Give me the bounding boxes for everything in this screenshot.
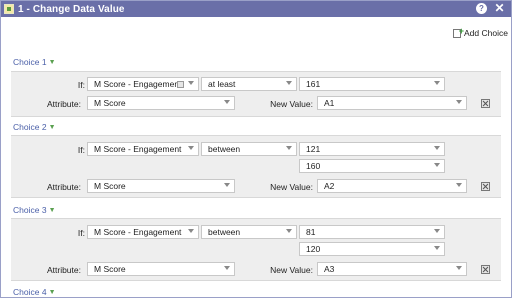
chevron-down-icon — [456, 266, 462, 270]
choice-3-header[interactable]: Choice 3 ▼ — [13, 205, 56, 215]
choice-3-min-value-text: 81 — [306, 227, 316, 237]
choice-1-value-text: 161 — [306, 79, 321, 89]
choice-2-operator-select[interactable]: between — [201, 142, 297, 156]
change-data-value-dialog: 1 - Change Data Value ? ✕ + Add Choice C… — [0, 0, 512, 298]
choice-2-field-select[interactable]: M Score - Engagement — [87, 142, 199, 156]
chevron-down-icon — [224, 266, 230, 270]
choice-1-new-value-text: A1 — [324, 98, 335, 108]
choice-4-title: Choice 4 — [13, 287, 47, 297]
choice-1-new-value-select[interactable]: A1 — [317, 96, 467, 110]
delete-choice-icon[interactable] — [481, 265, 490, 274]
chevron-down-icon: ▼ — [48, 206, 56, 214]
choice-1-operator-value: at least — [208, 79, 236, 89]
new-value-label: New Value: — [270, 182, 313, 192]
choice-3-min-value-input[interactable]: 81 — [299, 225, 445, 239]
choice-2-field-value: M Score - Engagement — [94, 144, 182, 154]
choice-3-new-value-select[interactable]: A3 — [317, 262, 467, 276]
help-icon[interactable]: ? — [476, 3, 487, 14]
chevron-down-icon — [456, 183, 462, 187]
choice-1-attribute-select[interactable]: M Score — [87, 96, 235, 110]
choice-1-operator-select[interactable]: at least — [201, 77, 297, 91]
choice-2-header[interactable]: Choice 2 ▼ — [13, 122, 56, 132]
choice-4-header[interactable]: Choice 4 ▼ — [13, 287, 56, 297]
new-value-label: New Value: — [270, 99, 313, 109]
chevron-down-icon — [286, 81, 292, 85]
chevron-down-icon — [286, 146, 292, 150]
choice-3-operator-select[interactable]: between — [201, 225, 297, 239]
choice-2-panel: If: M Score - Engagement between 121 160… — [11, 135, 501, 198]
dialog-title: 1 - Change Data Value — [18, 3, 125, 15]
add-choice-label: Add Choice — [464, 28, 508, 38]
choice-3-panel: If: M Score - Engagement between 81 120 … — [11, 218, 501, 281]
add-choice-button[interactable]: + Add Choice — [453, 26, 508, 38]
choice-3-title: Choice 3 — [13, 205, 47, 215]
new-value-label: New Value: — [270, 265, 313, 275]
choice-2-attribute-value: M Score — [94, 181, 126, 191]
choice-3-new-value-text: A3 — [324, 264, 335, 274]
choice-3-max-value-input[interactable]: 120 — [299, 242, 445, 256]
choice-1-panel: If: M Score - Engagement at least 161 At… — [11, 71, 501, 117]
choice-2-title: Choice 2 — [13, 122, 47, 132]
choice-1-attribute-value: M Score — [94, 98, 126, 108]
choice-2-new-value-text: A2 — [324, 181, 335, 191]
flow-step-icon — [4, 4, 14, 14]
delete-choice-icon[interactable] — [481, 182, 490, 191]
chevron-down-icon — [224, 183, 230, 187]
choice-1-header[interactable]: Choice 1 ▼ — [13, 57, 56, 67]
choice-3-attribute-select[interactable]: M Score — [87, 262, 235, 276]
chevron-down-icon — [188, 146, 194, 150]
choice-2-max-value-text: 160 — [306, 161, 321, 171]
chevron-down-icon — [434, 163, 440, 167]
chevron-down-icon — [188, 229, 194, 233]
choice-1-field-select[interactable]: M Score - Engagement — [87, 77, 199, 91]
choice-3-field-select[interactable]: M Score - Engagement — [87, 225, 199, 239]
add-icon: + — [453, 26, 464, 38]
choice-3-max-value-text: 120 — [306, 244, 321, 254]
if-label: If: — [77, 228, 85, 238]
delete-choice-icon[interactable] — [481, 99, 490, 108]
if-label: If: — [77, 80, 85, 90]
chevron-down-icon: ▼ — [48, 123, 56, 131]
chevron-down-icon: ▼ — [48, 58, 56, 66]
choice-2-operator-value: between — [208, 144, 241, 154]
choice-1-value-input[interactable]: 161 — [299, 77, 445, 91]
choice-3-operator-value: between — [208, 227, 241, 237]
attribute-label: Attribute: — [46, 99, 81, 109]
dialog-titlebar: 1 - Change Data Value ? ✕ — [1, 1, 511, 17]
field-picker-icon[interactable] — [177, 81, 184, 88]
choice-3-attribute-value: M Score — [94, 264, 126, 274]
choice-1-field-value: M Score - Engagement — [94, 79, 182, 89]
choice-1-title: Choice 1 — [13, 57, 47, 67]
if-label: If: — [77, 145, 85, 155]
attribute-label: Attribute: — [46, 182, 81, 192]
attribute-label: Attribute: — [46, 265, 81, 275]
chevron-down-icon — [434, 146, 440, 150]
chevron-down-icon: ▼ — [48, 288, 56, 296]
choice-2-attribute-select[interactable]: M Score — [87, 179, 235, 193]
choice-2-min-value-input[interactable]: 121 — [299, 142, 445, 156]
chevron-down-icon — [456, 100, 462, 104]
chevron-down-icon — [434, 81, 440, 85]
choice-2-new-value-select[interactable]: A2 — [317, 179, 467, 193]
close-icon[interactable]: ✕ — [494, 2, 505, 14]
choice-2-min-value-text: 121 — [306, 144, 321, 154]
chevron-down-icon — [434, 246, 440, 250]
chevron-down-icon — [188, 81, 194, 85]
choice-3-field-value: M Score - Engagement — [94, 227, 182, 237]
chevron-down-icon — [286, 229, 292, 233]
choice-2-max-value-input[interactable]: 160 — [299, 159, 445, 173]
chevron-down-icon — [224, 100, 230, 104]
chevron-down-icon — [434, 229, 440, 233]
